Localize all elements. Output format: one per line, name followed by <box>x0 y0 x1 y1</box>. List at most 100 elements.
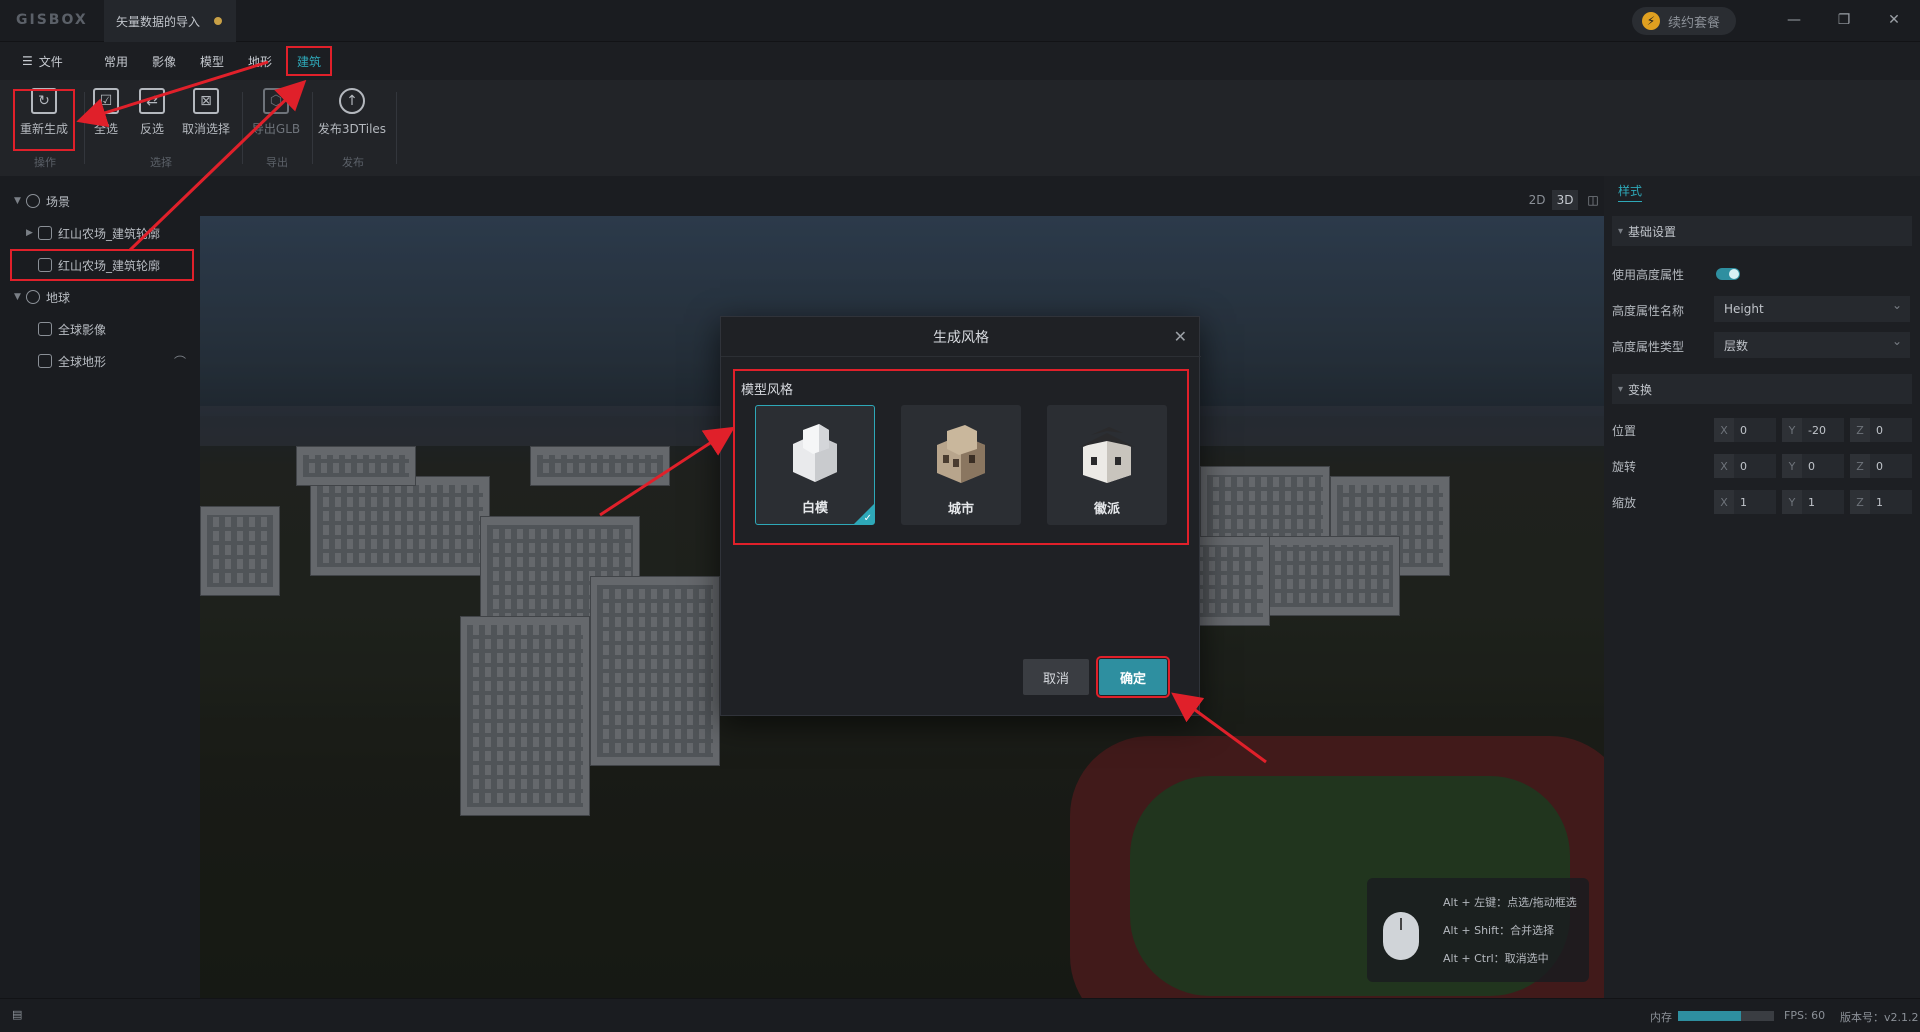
section-basic-settings[interactable]: 基础设置 <box>1612 216 1912 246</box>
ribbon-divider <box>396 92 397 164</box>
position-x-input[interactable]: X0 <box>1714 418 1776 442</box>
export-glb-icon: ⬡ <box>263 88 289 114</box>
view-2d-button[interactable]: 2D <box>1524 190 1550 210</box>
group-label-export: 导出 <box>266 156 288 169</box>
ribbon-divider <box>312 92 313 164</box>
export-glb-button[interactable]: ⬡ 导出GLB <box>248 88 304 150</box>
axis-y-label: Y <box>1782 454 1802 478</box>
tree-node-scene[interactable]: ▼ 场景 <box>0 188 200 214</box>
tree-item-terrain[interactable]: 全球地形 ⌒ <box>0 348 200 374</box>
unsaved-dot-icon <box>214 17 222 25</box>
section-transform-label: 变换 <box>1628 382 1653 397</box>
scale-z-input[interactable]: Z1 <box>1850 490 1912 514</box>
scene-tree: ▼ 场景 ▶ 红山农场_建筑轮廓 红山农场_建筑轮廓 ▼ 地球 全球影像 全球地… <box>0 176 200 998</box>
invert-select-button[interactable]: ⇄ 反选 <box>124 88 180 150</box>
style-name-hui: 徽派 <box>1093 502 1120 517</box>
invert-select-label: 反选 <box>139 122 164 136</box>
properties-panel: 样式 基础设置 使用高度属性 高度属性名称 Height 高度属性类型 层数 变… <box>1604 176 1920 998</box>
position-z-input[interactable]: Z0 <box>1850 418 1912 442</box>
ribbon-divider <box>242 92 243 164</box>
ribbon-divider <box>84 92 85 164</box>
close-icon[interactable]: ✕ <box>1174 327 1187 346</box>
collapse-icon: ▼ <box>14 292 21 302</box>
app-window: GISBOX 矢量数据的导入 ⚡ 续约套餐 — ❐ ✕ ☰ 文件 常用 影像 模… <box>0 0 1920 1032</box>
annotation-box-regenerate <box>13 89 75 151</box>
hui-model-image <box>1071 421 1143 485</box>
position-label: 位置 <box>1612 424 1637 438</box>
hint-line: Alt + Shift：合并选择 <box>1443 924 1555 937</box>
tree-label-earth: 地球 <box>46 290 71 305</box>
position-y-input[interactable]: Y -20 <box>1782 418 1844 442</box>
generate-style-dialog: 生成风格 ✕ 模型风格 白模 ✓ 城市 徽派 取消 确定 <box>720 316 1201 716</box>
publish-3dtiles-button[interactable]: ↑ 发布3DTiles <box>316 88 388 150</box>
menu-common[interactable]: 常用 <box>104 42 128 80</box>
split-view-icon: ◫ <box>1587 193 1599 207</box>
tree-node-earth[interactable]: ▼ 地球 <box>0 284 200 310</box>
tree-item-imagery[interactable]: 全球影像 <box>0 316 200 342</box>
terrain-icon <box>38 354 52 368</box>
style-card-hui[interactable]: 徽派 <box>1047 405 1167 525</box>
renew-button[interactable]: ⚡ 续约套餐 <box>1632 7 1736 35</box>
axis-z-label: Z <box>1850 490 1870 514</box>
menu-model[interactable]: 模型 <box>200 42 224 80</box>
tree-label-scene: 场景 <box>46 194 71 209</box>
log-icon[interactable]: ▤ <box>12 1008 22 1021</box>
document-tab[interactable]: 矢量数据的导入 <box>104 0 236 42</box>
use-height-toggle[interactable] <box>1716 268 1740 280</box>
tree-label-imagery: 全球影像 <box>58 322 107 337</box>
tab-style[interactable]: 样式 <box>1618 182 1643 202</box>
publish-3dtiles-label: 发布3DTiles <box>317 122 387 136</box>
view-split-button[interactable]: ◫ <box>1580 190 1606 210</box>
scale-y-input[interactable]: Y1 <box>1782 490 1844 514</box>
deselect-button[interactable]: ⊠ 取消选择 <box>178 88 234 150</box>
memory-bar-fill <box>1678 1011 1742 1021</box>
menu-imagery[interactable]: 影像 <box>152 42 176 80</box>
dialog-header: 生成风格 ✕ <box>721 317 1201 357</box>
group-label-publish: 发布 <box>342 156 364 169</box>
view-3d-button[interactable]: 3D <box>1552 190 1578 210</box>
version-label: 版本号：v2.1.2 <box>1840 1011 1919 1024</box>
rotation-y-input[interactable]: Y0 <box>1782 454 1844 478</box>
height-type-label: 高度属性类型 <box>1612 340 1685 354</box>
section-basic-label: 基础设置 <box>1628 224 1677 239</box>
style-name-white: 白模 <box>801 501 828 516</box>
scale-z-value: 1 <box>1876 495 1883 509</box>
style-name-city: 城市 <box>947 502 974 517</box>
scale-x-input[interactable]: X1 <box>1714 490 1776 514</box>
status-bar: ▤ 内存 FPS: 60 版本号：v2.1.2 <box>0 998 1920 1032</box>
scale-label: 缩放 <box>1612 496 1637 510</box>
group-label-operate: 操作 <box>34 156 56 169</box>
renew-label: 续约套餐 <box>1668 15 1721 31</box>
rotation-x-input[interactable]: X0 <box>1714 454 1776 478</box>
position-z-value: 0 <box>1876 423 1883 437</box>
file-menu[interactable]: ☰ 文件 <box>22 42 63 80</box>
style-card-city[interactable]: 城市 <box>901 405 1021 525</box>
axis-x-label: X <box>1714 490 1734 514</box>
section-transform[interactable]: 变换 <box>1612 374 1912 404</box>
tree-item-layer-1[interactable]: ▶ 红山农场_建筑轮廓 <box>0 220 200 246</box>
height-name-label: 高度属性名称 <box>1612 304 1685 318</box>
group-label-select: 选择 <box>150 156 172 169</box>
confirm-button[interactable]: 确定 <box>1096 656 1170 698</box>
height-type-value: 层数 <box>1724 338 1749 353</box>
shortcut-hint-panel: Alt + 左键：点选/拖动框选 Alt + Shift：合并选择 Alt + … <box>1367 878 1589 982</box>
expand-icon: ▶ <box>26 228 33 238</box>
minimize-icon[interactable]: — <box>1784 10 1804 30</box>
select-all-icon: ☑ <box>93 88 119 114</box>
height-type-select[interactable]: 层数 <box>1714 332 1910 358</box>
visibility-off-icon[interactable]: ⌒ <box>174 353 186 370</box>
collapse-icon: ▼ <box>14 196 21 206</box>
ribbon: ↻ 重新生成 ☑ 全选 ⇄ 反选 ⊠ 取消选择 ⬡ 导出GLB ↑ 发布3DTi… <box>0 80 1920 176</box>
rotation-z-input[interactable]: Z0 <box>1850 454 1912 478</box>
cancel-button[interactable]: 取消 <box>1023 659 1089 695</box>
axis-x-label: X <box>1714 418 1734 442</box>
height-name-select[interactable]: Height <box>1714 296 1910 322</box>
restore-icon[interactable]: ❐ <box>1834 10 1854 30</box>
menu-terrain[interactable]: 地形 <box>248 42 272 80</box>
tree-label-terrain: 全球地形 <box>58 354 107 369</box>
style-card-white[interactable]: 白模 ✓ <box>755 405 875 525</box>
close-icon[interactable]: ✕ <box>1884 10 1904 30</box>
select-all-label: 全选 <box>93 122 118 136</box>
axis-y-label: Y <box>1782 418 1802 442</box>
rotation-y-value: 0 <box>1808 459 1815 473</box>
